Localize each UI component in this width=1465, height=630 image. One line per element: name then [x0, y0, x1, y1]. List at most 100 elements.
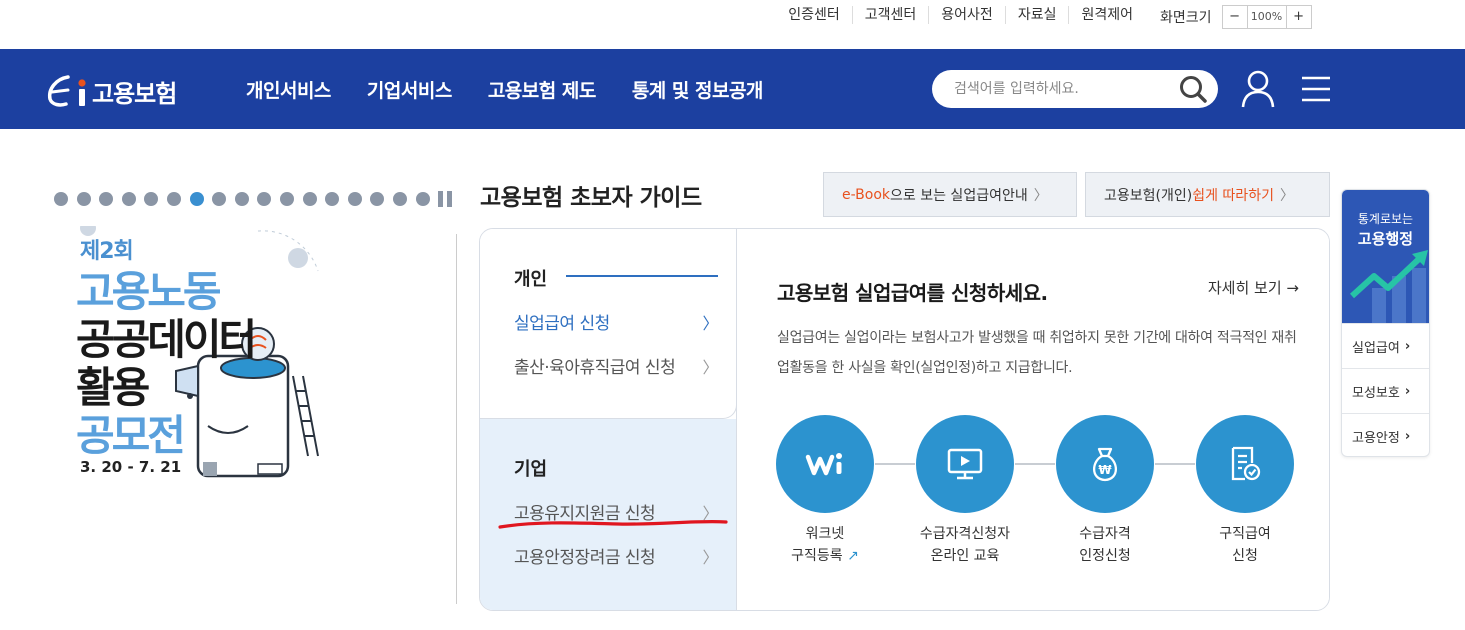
slide-dot[interactable] — [212, 192, 227, 206]
main-header: 고용보험 개인서비스 기업서비스 고용보험 제도 통계 및 정보공개 — [0, 49, 1465, 129]
chevron-right-icon: 〉 — [702, 357, 718, 377]
nav-insurance-system[interactable]: 고용보험 제도 — [488, 76, 597, 103]
arrow-right-icon: → — [1286, 279, 1299, 297]
easy-follow-highlight: 쉽게 따라하기 — [1192, 187, 1274, 204]
step-worknet[interactable]: 워크넷 구직등록 ↗ — [775, 415, 875, 567]
slide-dot[interactable] — [325, 192, 340, 206]
site-logo[interactable]: 고용보험 — [46, 73, 177, 109]
monitor-play-icon — [916, 415, 1014, 513]
slide-dot[interactable] — [121, 192, 136, 206]
slide-dot[interactable] — [279, 192, 294, 206]
zoom-control: 화면크기 − 100% + — [1160, 5, 1312, 29]
utility-bar: 인증센터 고객센터 용어사전 자료실 원격제어 화면크기 − 100% + — [0, 0, 1465, 48]
content-description: 실업급여는 실업이라는 보험사고가 발생했을 때 취업하지 못한 기간에 대하여… — [777, 330, 1297, 376]
util-link-remote[interactable]: 원격제어 — [1069, 6, 1145, 24]
corporate-label: 기업 — [514, 459, 548, 480]
more-link[interactable]: 자세히 보기 → — [1208, 277, 1299, 298]
step-online-education[interactable]: 수급자격신청자 온라인 교육 — [915, 415, 1015, 567]
slide-dot[interactable] — [144, 192, 159, 206]
slide-dot[interactable] — [415, 192, 430, 206]
step-job-seeking-benefit[interactable]: 구직급여 신청 — [1195, 415, 1295, 567]
slide-dot[interactable] — [302, 192, 317, 206]
chevron-right-icon: › — [1404, 383, 1411, 399]
easy-follow-prefix: 고용보험(개인) — [1104, 187, 1193, 204]
chevron-right-icon: › — [1404, 338, 1411, 354]
slide-dot[interactable] — [234, 192, 249, 206]
section-divider — [456, 234, 457, 604]
ebook-highlight: e-Book — [842, 186, 891, 203]
slide-dot[interactable] — [392, 192, 407, 206]
slide-dot[interactable] — [76, 192, 91, 206]
zoom-out-button[interactable]: − — [1223, 6, 1247, 28]
worknet-icon — [776, 415, 874, 513]
banner-title-line-2: 공공데이터 — [76, 315, 257, 364]
slide-dot-active[interactable] — [189, 192, 204, 206]
util-link-cert[interactable]: 인증센터 — [776, 6, 853, 24]
slide-dot[interactable] — [347, 192, 362, 206]
slide-dot[interactable] — [54, 192, 68, 206]
external-link-icon: ↗ — [847, 548, 859, 564]
chevron-right-icon: 〉 — [1033, 187, 1048, 204]
banner-round: 제2회 — [80, 239, 134, 264]
util-link-archive[interactable]: 자료실 — [1006, 6, 1070, 24]
document-check-icon — [1196, 415, 1294, 513]
ebook-label: 으로 보는 실업급여안내 — [890, 187, 1028, 204]
ebook-guide-button[interactable]: e-Book 으로 보는 실업급여안내 〉 — [823, 172, 1077, 217]
step-qualification[interactable]: ₩ 수급자격 인정신청 — [1055, 415, 1155, 567]
corporate-section-bg: 기업 고용유지지원금 신청 〉 고용안정장려금 신청 〉 — [480, 419, 737, 610]
chart-trend-icon — [1349, 250, 1428, 323]
guide-content: 고용보험 실업급여를 신청하세요. 자세히 보기 → 실업급여는 실업이라는 보… — [736, 229, 1329, 610]
pause-icon[interactable] — [438, 191, 453, 207]
quick-menu: 통계로보는 고용행정 실업급여 › 모성보호 › 고용안정 › — [1341, 189, 1430, 457]
step-connector — [1155, 463, 1195, 465]
zoom-label: 화면크기 — [1160, 10, 1212, 26]
hamburger-menu-icon[interactable] — [1300, 75, 1332, 103]
individual-section: 개인 실업급여 신청 〉 출산·육아휴직급여 신청 〉 — [480, 229, 737, 419]
step-label: 구직급여 신청 — [1219, 526, 1271, 564]
banner-title-line-3: 활용 — [76, 363, 150, 412]
promo-banner[interactable]: 제2회 고용노동 공공데이터 활용 공모전 3. 20 - 7. 21 — [48, 226, 458, 496]
menu-label: 실업급여 신청 — [514, 314, 610, 334]
zoom-value: 100% — [1246, 6, 1287, 28]
step-label: 워크넷 구직등록 ↗ — [791, 526, 859, 564]
chevron-right-icon: › — [1404, 428, 1411, 444]
stats-banner[interactable]: 통계로보는 고용행정 — [1342, 190, 1429, 323]
menu-unemployment-benefit[interactable]: 실업급여 신청 〉 — [514, 309, 718, 335]
menu-label: 출산·육아휴직급여 신청 — [514, 358, 676, 378]
more-label: 자세히 보기 — [1207, 279, 1282, 297]
menu-parental-leave-benefit[interactable]: 출산·육아휴직급여 신청 〉 — [514, 353, 718, 379]
step-connector — [1015, 463, 1055, 465]
chevron-right-icon: 〉 — [702, 313, 718, 333]
menu-employment-stability-incentive[interactable]: 고용안정장려금 신청 〉 — [514, 543, 718, 569]
search-box — [932, 70, 1218, 108]
util-link-customer[interactable]: 고객센터 — [853, 6, 930, 24]
slide-dot[interactable] — [370, 192, 385, 206]
search-icon[interactable] — [1178, 74, 1208, 104]
nav-statistics[interactable]: 통계 및 정보공개 — [632, 76, 764, 103]
individual-underline — [566, 275, 718, 277]
easy-follow-button[interactable]: 고용보험(개인) 쉽게 따라하기 〉 — [1085, 172, 1330, 217]
banner-pagination — [54, 191, 453, 207]
logo-text: 고용보험 — [92, 79, 177, 108]
nav-personal[interactable]: 개인서비스 — [246, 76, 331, 103]
nav-corporate[interactable]: 기업서비스 — [367, 76, 452, 103]
step-connector — [875, 463, 915, 465]
user-icon[interactable] — [1240, 69, 1276, 109]
quick-maternity[interactable]: 모성보호 › — [1342, 368, 1429, 413]
banner-title-line-1: 고용노동 — [76, 267, 222, 316]
chevron-right-icon: 〉 — [1279, 187, 1294, 204]
logo-mark-icon — [47, 75, 86, 107]
slide-dot[interactable] — [99, 192, 114, 206]
step-label: 수급자격 인정신청 — [1079, 526, 1131, 564]
zoom-in-button[interactable]: + — [1287, 6, 1311, 28]
slide-dot[interactable] — [257, 192, 272, 206]
individual-label: 개인 — [514, 269, 548, 290]
quick-stability[interactable]: 고용안정 › — [1342, 413, 1429, 456]
util-link-glossary[interactable]: 용어사전 — [929, 6, 1006, 24]
utility-links: 인증센터 고객센터 용어사전 자료실 원격제어 — [776, 6, 1145, 24]
search-input[interactable] — [954, 70, 1174, 108]
menu-label: 고용안정장려금 신청 — [514, 548, 656, 568]
content-title: 고용보험 실업급여를 신청하세요. — [777, 281, 1048, 305]
slide-dot[interactable] — [166, 192, 181, 206]
quick-unemployment[interactable]: 실업급여 › — [1342, 323, 1429, 368]
